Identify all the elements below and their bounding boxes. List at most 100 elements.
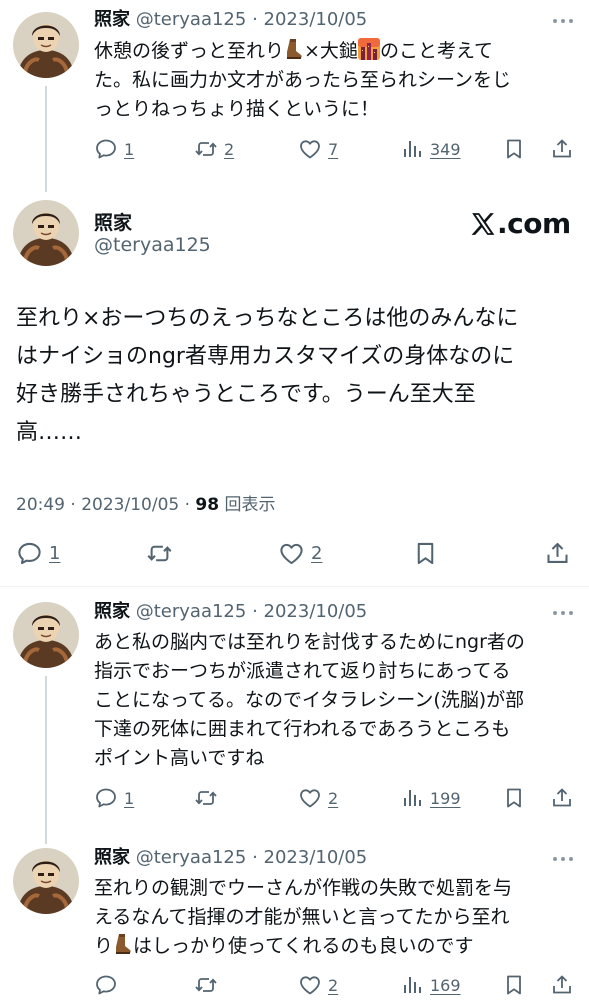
views-button[interactable]: 169 [400,972,461,998]
boot-emoji [113,933,133,955]
reply-button[interactable]: 1 [94,136,134,162]
tweet-text: 休憩の後ずっと至れり ×大鎚 のこと考えて た。私に画力か文才があったら至られシーン… [94,37,574,124]
like-button[interactable]: 2 [278,538,322,568]
thread-line-reply [45,676,47,844]
share-button[interactable] [550,785,574,811]
x-com-logo: .com [470,207,571,240]
retweet-icon [194,137,218,161]
reply-button[interactable]: 1 [94,785,134,811]
share-button[interactable] [550,136,574,162]
bookmark-icon [502,786,526,810]
tweet-text: あと私の脳内では至れりを討伐するためにngr者の 指示でおーつちが派遣されて返り… [94,631,525,769]
tweet-text: 至れり×おーつちのえっちなところは他のみんなに はナイショのngr者専用カスタマ… [16,306,519,445]
views-button[interactable]: 349 [400,136,461,162]
like-count: 7 [328,139,339,159]
boot-emoji [284,38,304,60]
tweet-time[interactable]: 20:49 [16,495,65,515]
reply-count: 1 [124,139,135,159]
more-options-icon[interactable] [553,856,573,862]
x-logo-icon [471,212,495,235]
avatar[interactable] [13,602,79,668]
retweet-icon [146,540,173,567]
views-count: 169 [430,975,461,995]
tweet-header: 照家 @teryaa125 · 2023/10/05 [94,846,367,870]
separator: · [246,9,264,30]
like-count: 2 [328,975,339,995]
bookmark-button[interactable] [502,136,526,162]
views-count: 349 [430,139,461,159]
views-icon [400,137,424,161]
avatar[interactable] [13,848,79,914]
author-handle[interactable]: @teryaa125 [136,601,247,622]
share-button[interactable] [544,538,571,568]
reply-icon [16,540,43,567]
brand-text: .com [497,207,571,240]
retweet-icon [194,973,218,997]
views-icon [400,786,424,810]
tweet-header: 照家 @teryaa125 · 2023/10/05 [94,8,367,32]
like-button[interactable]: 7 [298,136,338,162]
reply-count: 1 [49,542,61,564]
tweet-date[interactable]: 2023/10/05 [81,495,179,515]
tweet-date[interactable]: 2023/10/05 [264,9,368,30]
avatar[interactable] [13,200,79,266]
retweet-button[interactable] [194,785,218,811]
views-count: 199 [430,788,461,808]
reply-icon [94,786,118,810]
views-icon [400,973,424,997]
tweet-actions: 1 2 7 349 [94,136,574,162]
bookmark-button[interactable] [502,972,526,998]
like-button[interactable]: 2 [298,785,338,811]
share-button[interactable] [550,972,574,998]
reply-icon [94,137,118,161]
separator: · [179,495,196,515]
views-label: 回表示 [219,495,276,515]
tweet-text-part: ×大鎚 [304,40,358,62]
views-button[interactable]: 199 [400,785,461,811]
retweet-button[interactable] [146,538,173,568]
bookmark-button[interactable] [502,785,526,811]
retweet-count: 2 [224,139,235,159]
tweet-actions: 2 169 [94,972,574,998]
separator: · [65,495,82,515]
reply-button[interactable] [94,972,118,998]
divider [0,586,589,587]
like-count: 2 [328,788,339,808]
tweet-date[interactable]: 2023/10/05 [264,847,368,868]
tweet-header: 照家 @teryaa125 · 2023/10/05 [94,600,367,624]
reply-icon [94,973,118,997]
reply-count: 1 [124,788,135,808]
author-handle[interactable]: @teryaa125 [136,9,247,30]
author-name[interactable]: 照家 [94,601,130,622]
author-name[interactable]: 照家 [94,9,130,30]
more-options-icon[interactable] [553,610,573,616]
tweet-date[interactable]: 2023/10/05 [264,601,368,622]
bookmark-icon [502,973,526,997]
author-handle[interactable]: @teryaa125 [136,847,247,868]
views-count: 98 [195,495,220,515]
author-handle[interactable]: @teryaa125 [94,234,211,256]
tweet-meta: 20:49 · 2023/10/05 · 98 回表示 [16,490,276,515]
tweet-text: 至れりの観測でウーさんが作戦の失敗で処罰を与 えるなんて指揮の才能が無いと言って… [94,874,574,961]
retweet-button[interactable]: 2 [194,136,234,162]
thread-line-top [45,86,47,192]
like-button[interactable]: 2 [298,972,338,998]
reply-button[interactable]: 1 [16,538,60,568]
city-sunset-emoji [358,38,380,60]
retweet-button[interactable] [194,972,218,998]
share-icon [550,786,574,810]
avatar[interactable] [13,12,79,78]
bookmark-button[interactable] [412,538,439,568]
author-name[interactable]: 照家 [94,208,132,235]
share-icon [550,973,574,997]
like-count: 2 [311,542,323,564]
more-options-icon[interactable] [553,18,573,24]
separator: · [246,847,264,868]
like-icon [278,540,305,567]
tweet-text-part: 休憩の後ずっと至れり [94,40,285,62]
like-icon [298,137,322,161]
share-icon [550,137,574,161]
tweet-actions: 1 2 199 [94,785,574,811]
author-name[interactable]: 照家 [94,847,130,868]
tweet-text-part: はしっかり使ってくれるのも良いのです [133,935,474,957]
